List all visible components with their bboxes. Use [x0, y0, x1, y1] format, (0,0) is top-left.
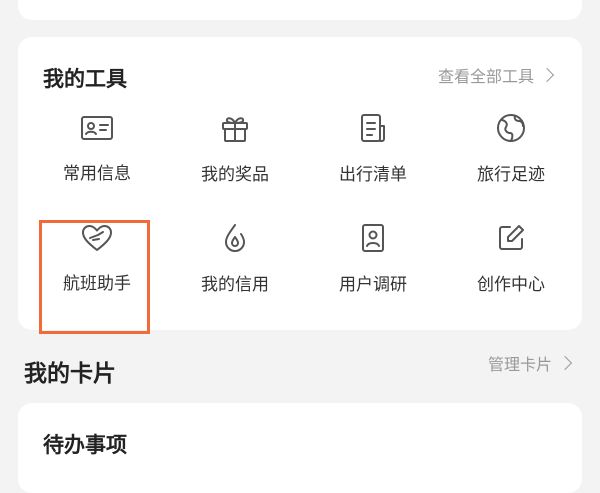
top-card-remnant: [18, 0, 582, 20]
tool-creation-center[interactable]: 创作中心: [442, 222, 580, 295]
tool-label: 我的信用: [201, 275, 269, 295]
tool-label: 用户调研: [339, 275, 407, 295]
todo-section-title: 待办事项: [43, 433, 127, 457]
tool-travel-footprint[interactable]: 旅行足迹: [442, 112, 580, 185]
manage-cards-link[interactable]: 管理卡片: [487, 351, 573, 375]
edit-icon: [493, 222, 529, 254]
survey-icon: [355, 222, 391, 254]
tool-user-survey[interactable]: 用户调研: [304, 222, 442, 295]
chevron-right-icon: [557, 355, 573, 371]
tool-my-credit[interactable]: 我的信用: [166, 222, 304, 295]
tool-common-info[interactable]: 常用信息: [28, 112, 166, 184]
id-card-icon: [79, 112, 115, 143]
globe-icon: [493, 112, 529, 144]
droplet-icon: [217, 222, 253, 254]
view-all-tools-label: 查看全部工具: [437, 67, 534, 86]
view-all-tools-link[interactable]: 查看全部工具: [437, 63, 555, 87]
gift-icon: [217, 112, 253, 144]
tool-label: 我的奖品: [201, 165, 269, 185]
tool-label: 常用信息: [63, 164, 131, 184]
tool-travel-checklist[interactable]: 出行清单: [304, 112, 442, 185]
tool-label: 旅行足迹: [477, 165, 545, 185]
tools-section-title: 我的工具: [43, 67, 127, 91]
manage-cards-label: 管理卡片: [487, 355, 552, 374]
checklist-icon: [355, 112, 391, 144]
cards-section-title: 我的卡片: [24, 361, 116, 387]
highlight-box: [39, 220, 150, 334]
tool-label: 出行清单: [339, 165, 407, 185]
chevron-right-icon: [539, 67, 555, 83]
tool-label: 创作中心: [477, 275, 545, 295]
tool-my-prizes[interactable]: 我的奖品: [166, 112, 304, 185]
